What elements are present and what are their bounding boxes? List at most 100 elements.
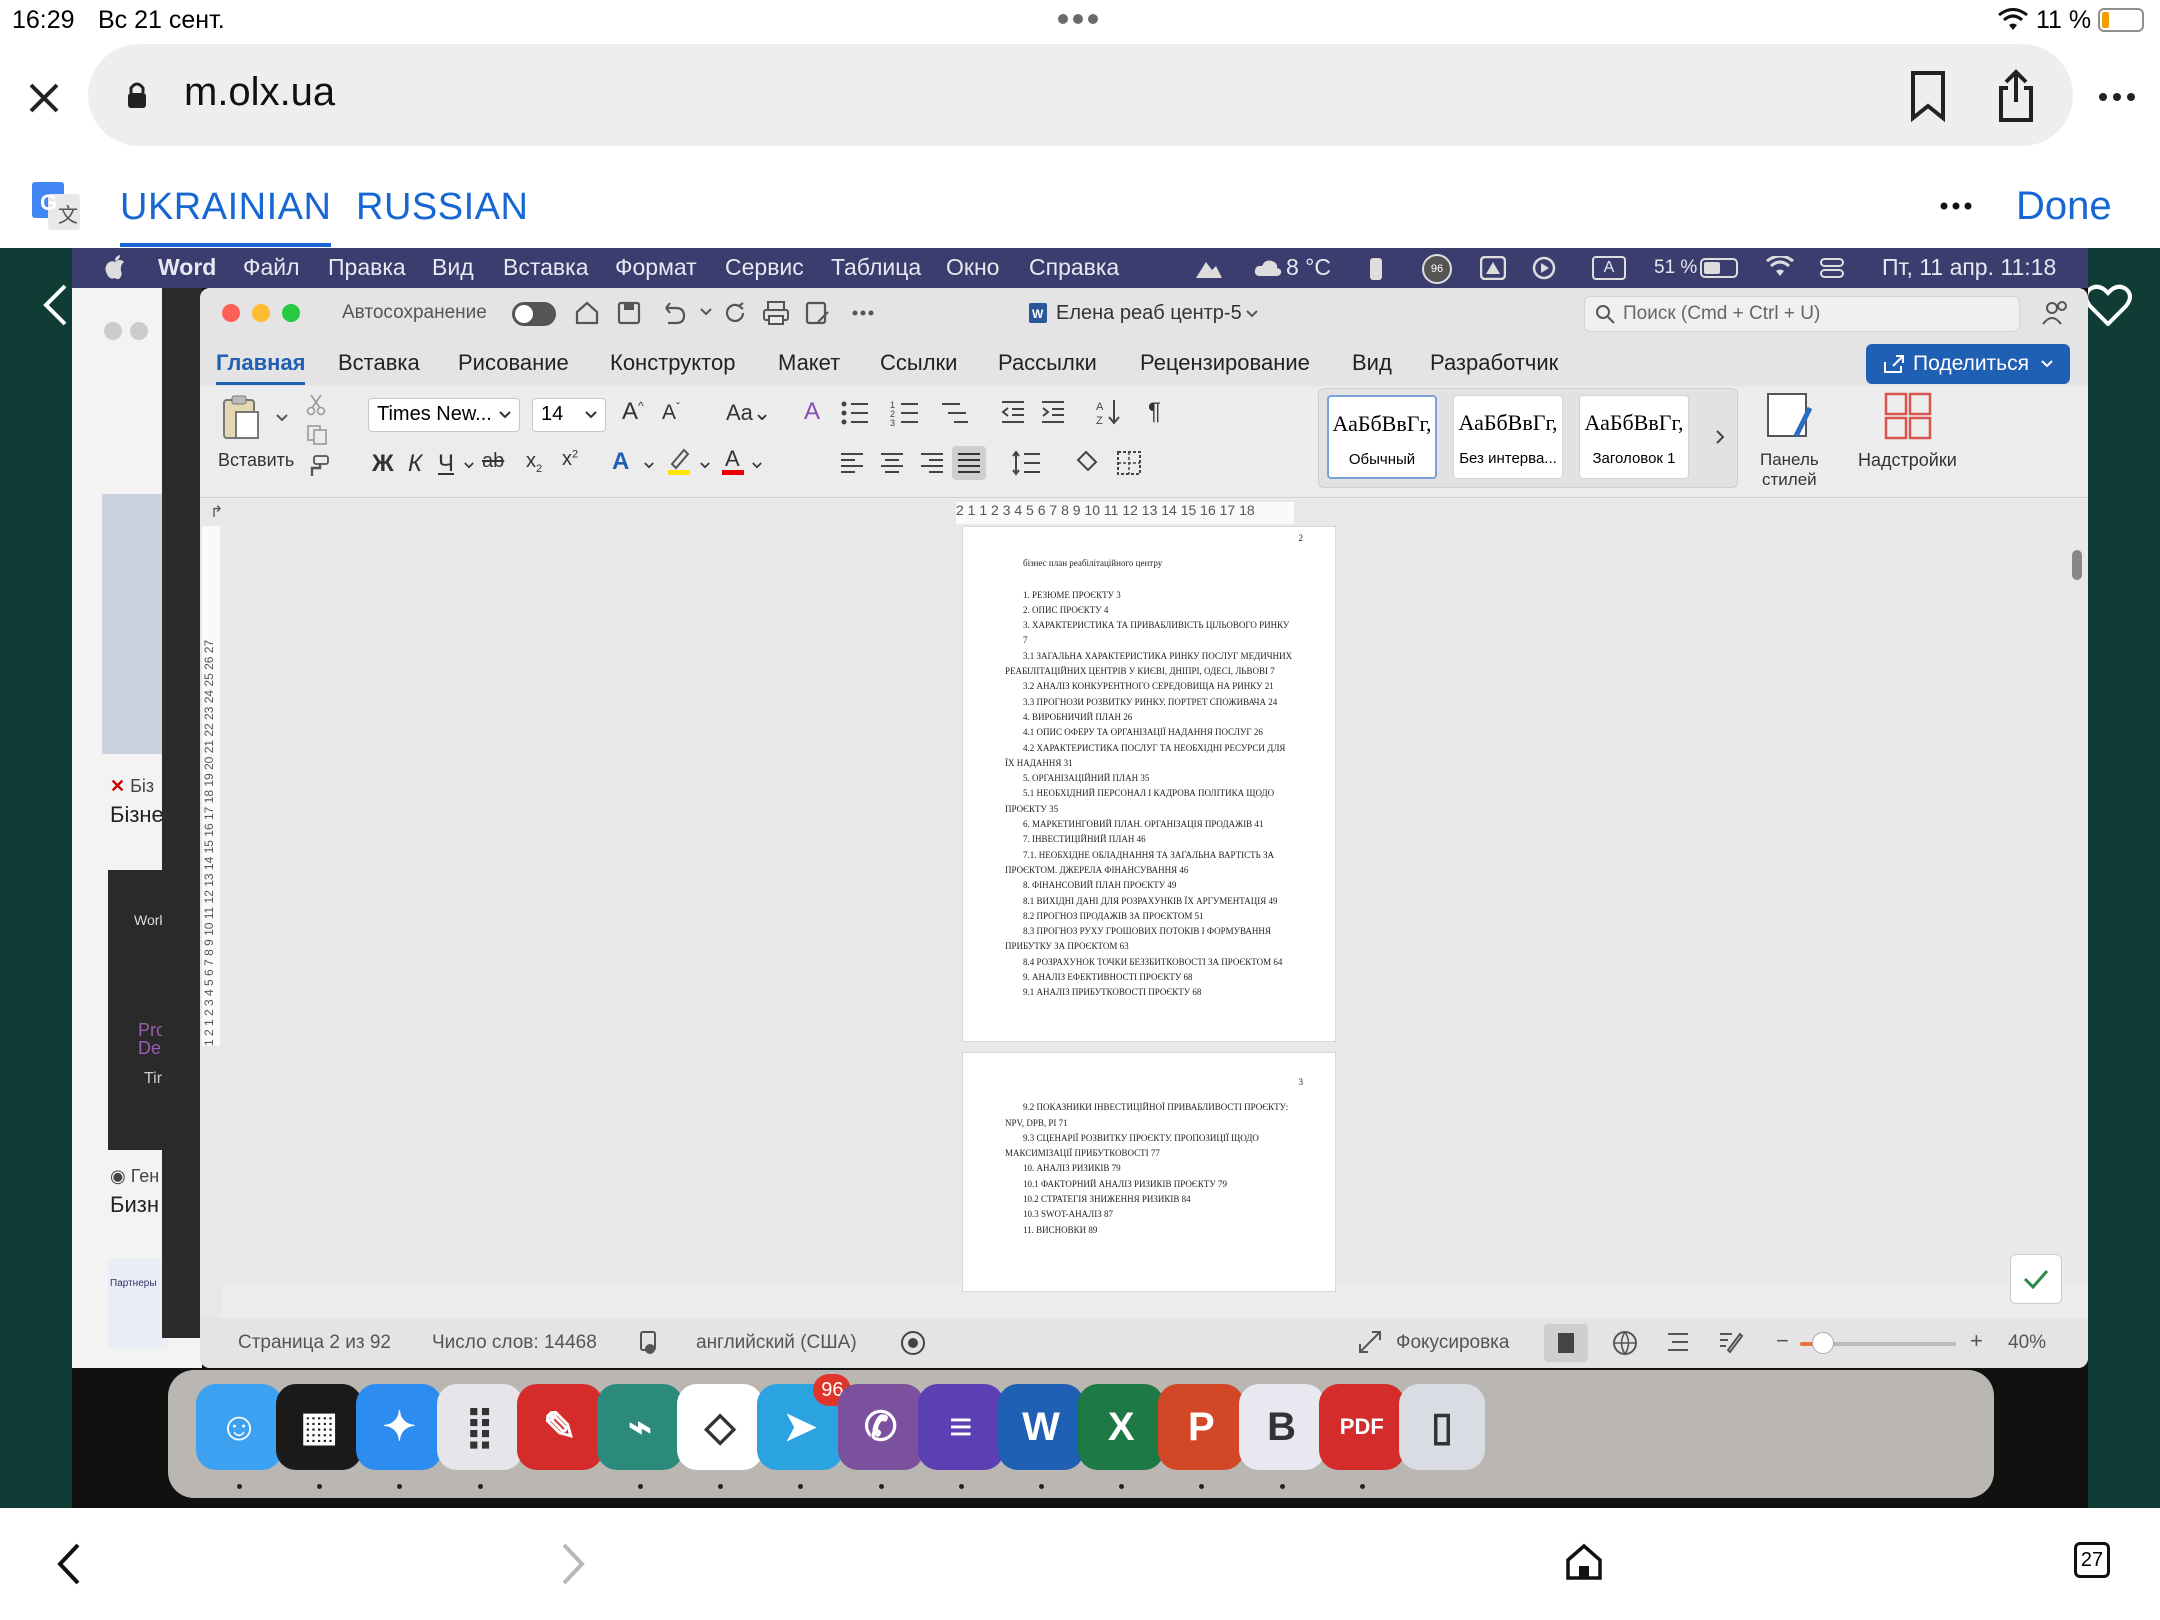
menubar-badge[interactable]: 96 xyxy=(1422,254,1452,284)
underline-button[interactable]: Ч xyxy=(438,450,454,478)
language-ukrainian-tab[interactable]: UKRAINIAN xyxy=(120,186,332,247)
multitasking-dots-icon[interactable] xyxy=(1058,14,1102,24)
home-icon[interactable] xyxy=(574,300,600,326)
control-center-icon[interactable] xyxy=(1820,256,1844,280)
language-russian-tab[interactable]: RUSSIAN xyxy=(356,186,528,229)
url-text[interactable]: m.olx.ua xyxy=(184,70,335,115)
chevron-down-icon[interactable] xyxy=(464,462,474,469)
tab-stop-icon[interactable]: ↱ xyxy=(210,502,223,522)
document-canvas[interactable]: 2 бізнес план реабілітаційного центру 1.… xyxy=(222,526,2088,1292)
line-spacing-icon[interactable] xyxy=(1012,450,1042,476)
font-color-icon[interactable]: A xyxy=(720,446,746,476)
zoom-in-button[interactable]: + xyxy=(1970,1328,1983,1354)
share-button[interactable]: Поделиться xyxy=(1866,344,2070,384)
mountain-icon[interactable] xyxy=(1194,258,1224,280)
broom-icon[interactable]: ⌁ xyxy=(597,1384,683,1470)
highlight-icon[interactable] xyxy=(666,446,692,476)
numbered-list-icon[interactable]: 123 xyxy=(890,400,920,426)
font-size-select[interactable]: 14 xyxy=(532,398,606,432)
styles-pane-label[interactable]: Панель xyxy=(1760,450,1819,470)
menubar-app-name[interactable]: Word xyxy=(158,254,216,281)
borders-icon[interactable] xyxy=(1116,450,1142,476)
menubar-item-format[interactable]: Формат xyxy=(615,254,697,281)
word-count[interactable]: Число слов: 14468 xyxy=(432,1332,597,1354)
mac-battery-icon[interactable] xyxy=(1700,258,1738,278)
bookmark-icon[interactable] xyxy=(1908,70,1948,122)
autosave-toggle[interactable] xyxy=(512,302,556,326)
ruler-scale[interactable]: 2 1 1 2 3 4 5 6 7 8 9 10 11 12 13 14 15 … xyxy=(956,502,1294,524)
viber-icon[interactable]: ✆ xyxy=(837,1384,924,1470)
menubar-item-help[interactable]: Справка xyxy=(1029,254,1119,281)
trash-icon[interactable]: ▯ xyxy=(1399,1384,1485,1470)
format-painter-icon[interactable] xyxy=(306,454,330,478)
cut-icon[interactable] xyxy=(306,394,326,416)
more-icon[interactable] xyxy=(852,310,874,316)
undo-icon[interactable] xyxy=(658,300,686,326)
tab-design[interactable]: Конструктор xyxy=(610,350,735,376)
chevron-down-icon[interactable] xyxy=(700,462,710,469)
back-icon[interactable] xyxy=(56,1542,82,1586)
draft-view-icon[interactable] xyxy=(1718,1330,1744,1354)
menubar-item-file[interactable]: Файл xyxy=(243,254,300,281)
chevron-down-icon[interactable] xyxy=(700,308,712,316)
usb-drive-icon[interactable] xyxy=(1368,256,1384,282)
listing-photo-3[interactable]: Партнеры xyxy=(108,1258,168,1348)
home-icon[interactable] xyxy=(1564,1542,1604,1582)
window-minimize-button[interactable] xyxy=(252,304,270,322)
lists-icon[interactable]: ≡ xyxy=(917,1384,1004,1470)
zoom-percent[interactable]: 40% xyxy=(2008,1332,2046,1354)
close-icon[interactable] xyxy=(20,74,68,122)
favorite-heart-icon[interactable] xyxy=(2084,284,2132,326)
bullet-list-icon[interactable] xyxy=(840,400,870,426)
multilevel-list-icon[interactable] xyxy=(940,400,970,426)
tab-references[interactable]: Ссылки xyxy=(880,350,957,376)
document-title[interactable]: Елена реаб центр-5 xyxy=(1056,302,1242,325)
chevron-down-icon[interactable] xyxy=(276,414,288,422)
add-ins-label[interactable]: Надстройки xyxy=(1858,450,1957,471)
zoom-out-button[interactable]: − xyxy=(1776,1328,1789,1354)
apple-icon[interactable] xyxy=(104,255,126,281)
menubar-item-insert[interactable]: Вставка xyxy=(503,254,589,281)
superscript-icon[interactable]: x2 xyxy=(562,448,578,471)
menubar-item-window[interactable]: Окно xyxy=(946,254,999,281)
input-source-indicator[interactable]: A xyxy=(1592,256,1626,280)
paste-clipboard-icon[interactable] xyxy=(220,394,260,440)
add-ins-icon[interactable] xyxy=(1884,392,1932,440)
mission-control-icon[interactable]: ▦ xyxy=(276,1384,363,1470)
align-left-icon[interactable] xyxy=(840,452,864,474)
window-zoom-button[interactable] xyxy=(282,304,300,322)
font-name-select[interactable]: Times New... xyxy=(368,398,520,432)
more-icon[interactable] xyxy=(2098,92,2136,102)
increase-indent-icon[interactable] xyxy=(1040,400,1066,424)
mac-wifi-icon[interactable] xyxy=(1766,256,1794,278)
vertical-scrollbar-thumb[interactable] xyxy=(2072,550,2082,580)
previous-image-icon[interactable] xyxy=(40,282,70,328)
play-circle-icon[interactable] xyxy=(1532,256,1556,280)
powerpoint-icon[interactable]: P xyxy=(1158,1384,1245,1470)
listing-photo[interactable] xyxy=(102,494,162,754)
people-icon[interactable] xyxy=(2042,300,2070,326)
pin-icon[interactable]: ✎ xyxy=(516,1384,603,1470)
chevron-down-icon[interactable] xyxy=(1246,310,1258,318)
launchpad-icon[interactable]: ⣿ xyxy=(436,1384,523,1470)
outline-view-icon[interactable] xyxy=(1666,1332,1690,1352)
safari-icon[interactable]: ✦ xyxy=(356,1384,443,1470)
listing-title[interactable]: Бизн xyxy=(110,1192,159,1218)
text-effects-icon[interactable]: A xyxy=(612,448,629,476)
word-icon[interactable]: W xyxy=(998,1384,1084,1470)
page-count[interactable]: Страница 2 из 92 xyxy=(238,1332,391,1354)
tab-view[interactable]: Вид xyxy=(1352,350,1392,376)
translate-more-icon[interactable] xyxy=(1940,202,1972,210)
save-icon[interactable] xyxy=(616,300,642,326)
print-icon[interactable] xyxy=(762,300,790,326)
proofing-icon[interactable] xyxy=(638,1330,660,1356)
justify-button[interactable] xyxy=(952,446,986,480)
subscript-icon[interactable]: x2 xyxy=(526,450,542,475)
styles-pane-label[interactable]: стилей xyxy=(1762,470,1817,490)
grow-font-icon[interactable]: A^ xyxy=(622,398,644,426)
share-icon[interactable] xyxy=(1996,68,2036,124)
save-as-icon[interactable] xyxy=(804,300,830,326)
menubar-item-edit[interactable]: Правка xyxy=(328,254,406,281)
zoom-slider[interactable] xyxy=(1800,1332,1956,1354)
background-dark-window[interactable] xyxy=(162,288,202,1338)
